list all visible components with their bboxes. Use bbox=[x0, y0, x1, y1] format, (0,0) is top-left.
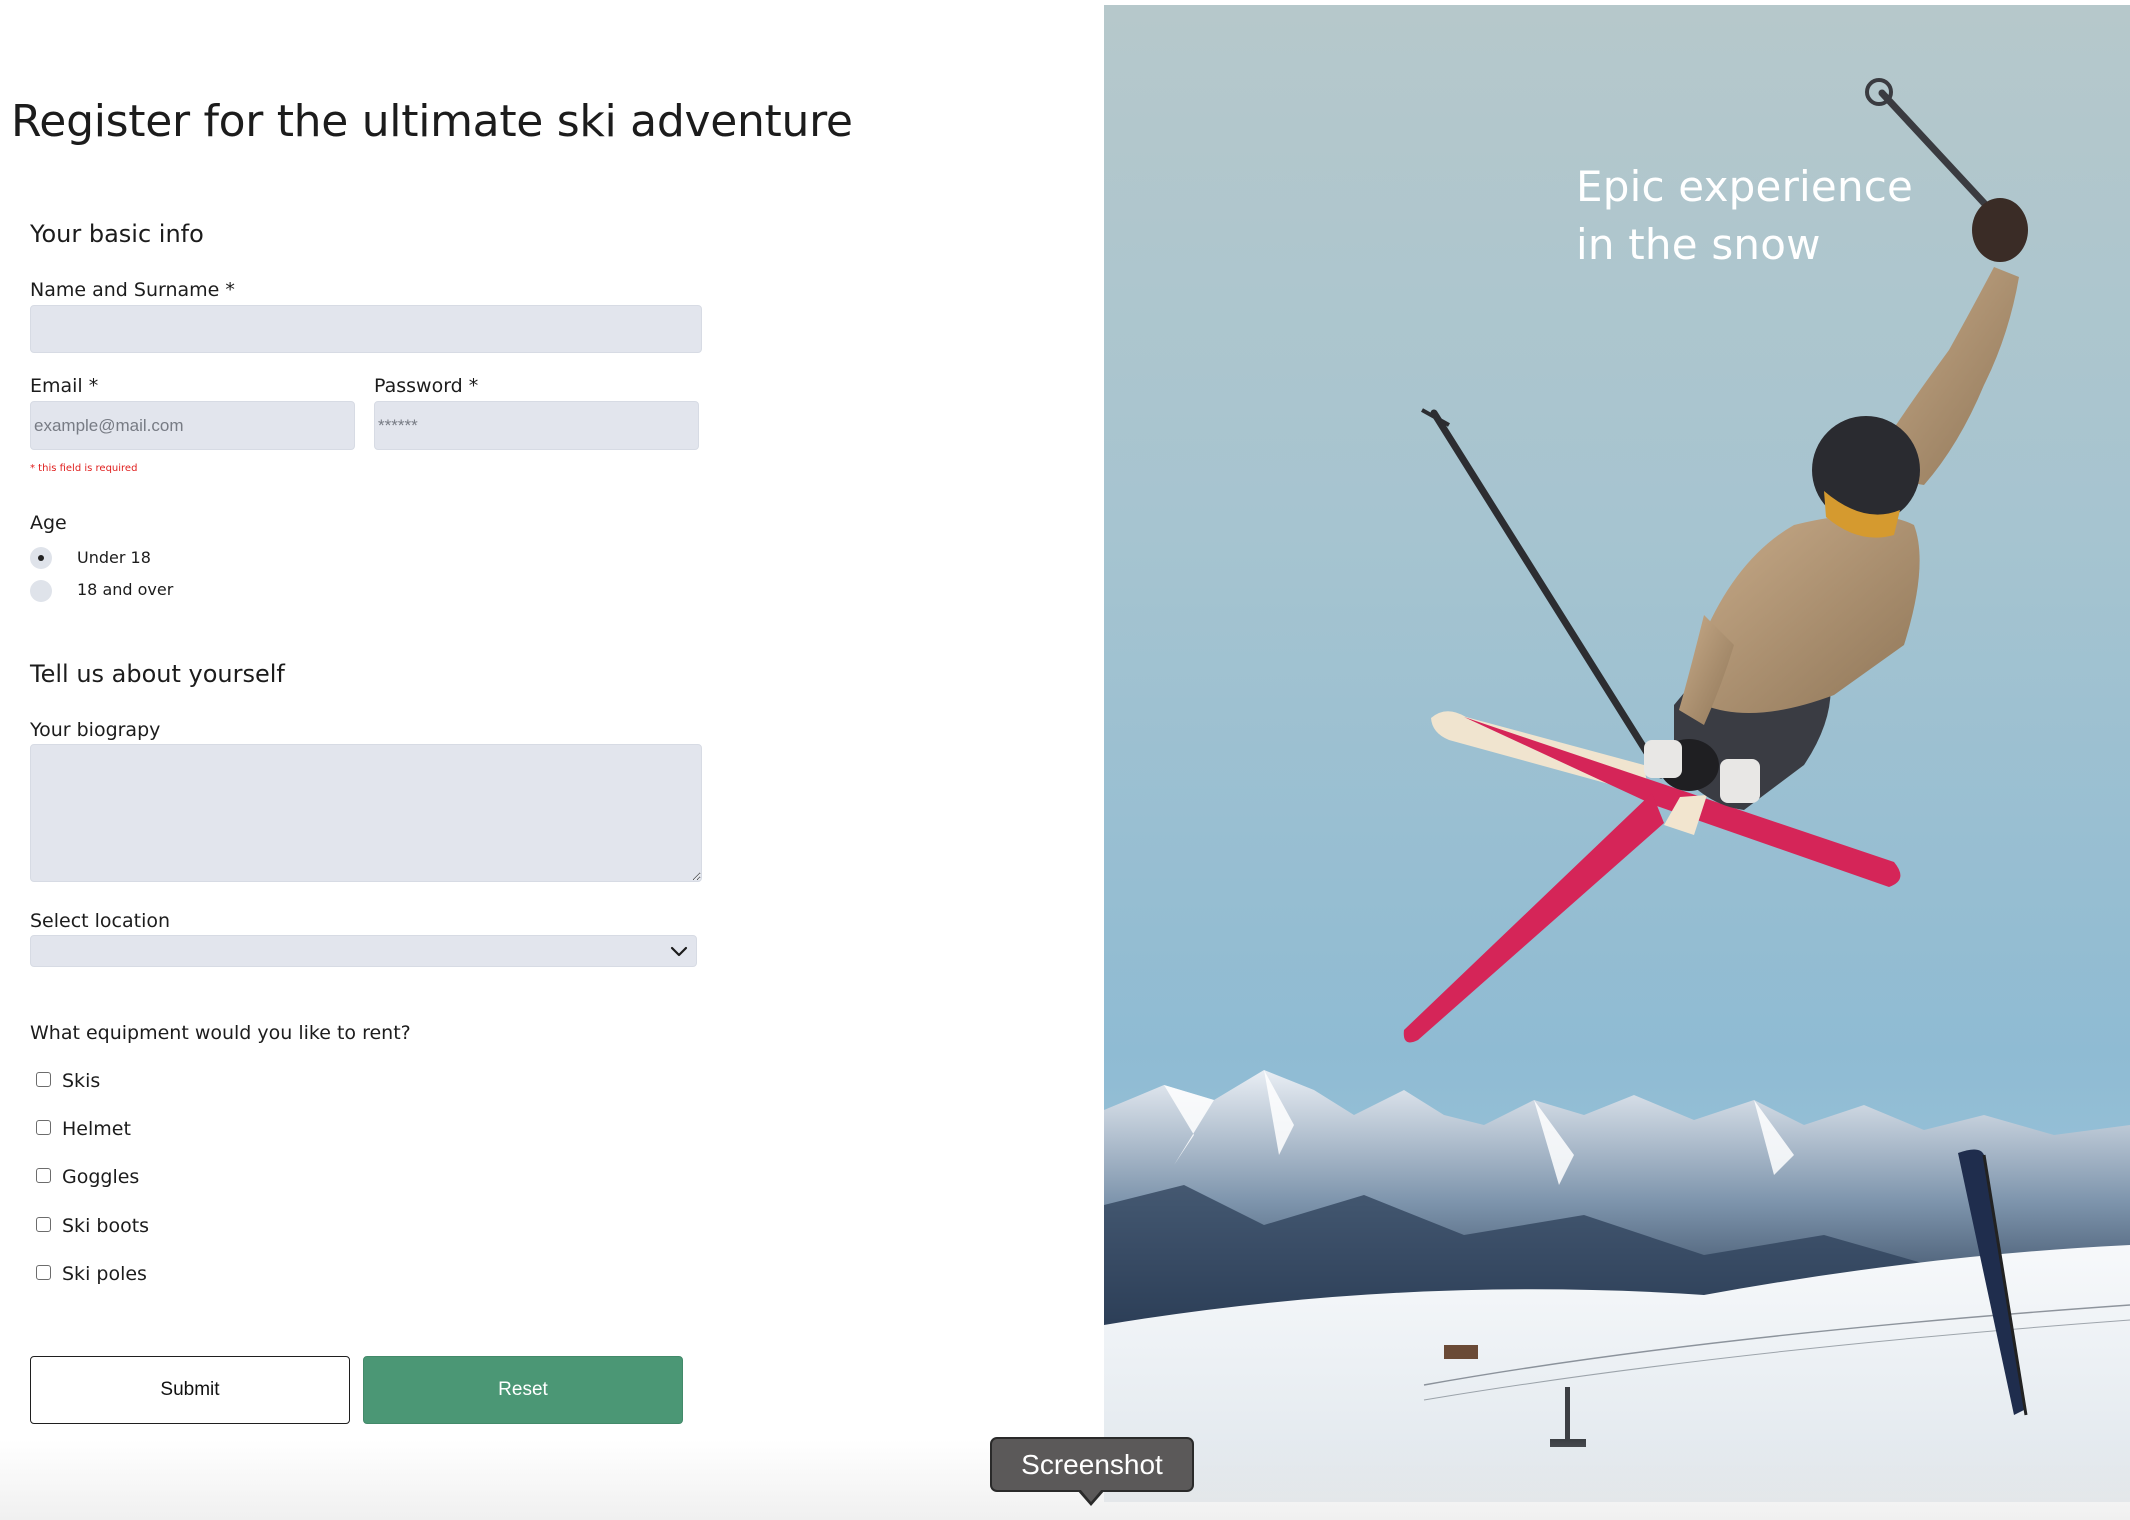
checkbox-label-goggles: Goggles bbox=[62, 1166, 140, 1188]
checkbox-label-ski-poles: Ski poles bbox=[62, 1263, 147, 1285]
hero-caption-line-2: in the snow bbox=[1576, 219, 1821, 269]
submit-button[interactable]: Submit bbox=[30, 1356, 350, 1424]
page-title: Register for the ultimate ski adventure bbox=[11, 96, 853, 147]
age-label: Age bbox=[30, 512, 67, 534]
screenshot-tooltip: Screenshot bbox=[990, 1437, 1194, 1492]
section-title-basic-info: Your basic info bbox=[30, 220, 204, 248]
hero-caption: Epic experience in the snow bbox=[1576, 158, 1913, 274]
email-input[interactable] bbox=[30, 401, 355, 450]
hero-image: Epic experience in the snow bbox=[1104, 5, 2130, 1502]
reset-button[interactable]: Reset bbox=[363, 1356, 683, 1424]
checkbox-label-helmet: Helmet bbox=[62, 1118, 131, 1140]
chevron-down-icon bbox=[670, 946, 688, 957]
name-label: Name and Surname * bbox=[30, 279, 235, 301]
checkbox-helmet[interactable] bbox=[36, 1120, 51, 1135]
hero-caption-line-1: Epic experience bbox=[1576, 162, 1914, 211]
checkbox-goggles[interactable] bbox=[36, 1168, 51, 1183]
checkbox-label-ski-boots: Ski boots bbox=[62, 1215, 150, 1237]
checkbox-label-skis: Skis bbox=[62, 1070, 101, 1092]
tooltip-arrow-fill bbox=[1080, 1489, 1102, 1502]
biography-textarea[interactable] bbox=[30, 744, 702, 882]
password-label: Password * bbox=[374, 375, 479, 397]
location-select[interactable] bbox=[30, 935, 697, 967]
section-title-about-yourself: Tell us about yourself bbox=[30, 660, 285, 688]
checkbox-ski-poles[interactable] bbox=[36, 1265, 51, 1280]
equipment-question: What equipment would you like to rent? bbox=[30, 1022, 411, 1044]
biography-label: Your biograpy bbox=[30, 719, 161, 741]
age-radio-under-18[interactable] bbox=[30, 547, 52, 569]
registration-page: Register for the ultimate ski adventure … bbox=[0, 0, 2130, 1520]
password-input[interactable] bbox=[374, 401, 699, 450]
age-option-18-and-over-label: 18 and over bbox=[77, 580, 174, 599]
age-option-under-18-label: Under 18 bbox=[77, 548, 151, 567]
checkbox-ski-boots[interactable] bbox=[36, 1217, 51, 1232]
checkbox-skis[interactable] bbox=[36, 1072, 51, 1087]
name-input[interactable] bbox=[30, 305, 702, 353]
email-error-message: * this field is required bbox=[30, 463, 138, 474]
location-label: Select location bbox=[30, 910, 171, 932]
age-radio-18-and-over[interactable] bbox=[30, 580, 52, 602]
email-label: Email * bbox=[30, 375, 99, 397]
